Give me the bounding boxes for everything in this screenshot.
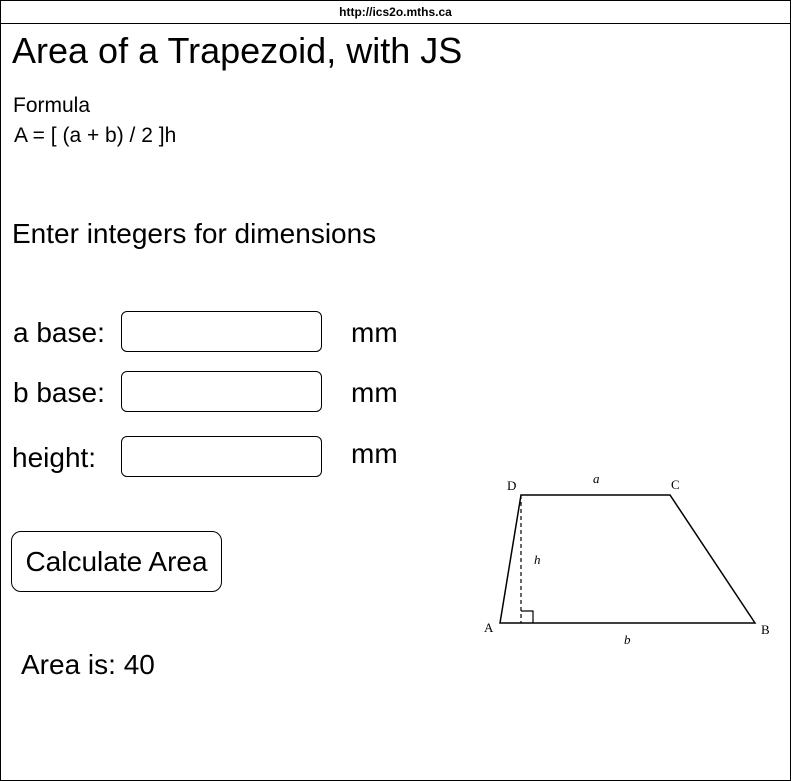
formula-label: Formula xyxy=(13,94,91,117)
vertex-a-label: A xyxy=(484,620,494,635)
right-angle-marker xyxy=(521,610,534,623)
a-base-unit: mm xyxy=(351,317,398,348)
vertex-b-label: B xyxy=(761,622,770,637)
height-unit: mm xyxy=(351,438,398,469)
vertex-c-label: C xyxy=(671,477,680,492)
b-base-unit: mm xyxy=(351,377,398,408)
page-title: Area of a Trapezoid, with JS xyxy=(12,30,463,71)
height-h-label: h xyxy=(534,552,541,567)
a-base-label: a base: xyxy=(13,317,105,348)
vertex-d-label: D xyxy=(507,478,516,493)
url-bar: http://ics2o.mths.ca xyxy=(1,1,790,24)
height-label: height: xyxy=(12,442,97,473)
a-base-input[interactable] xyxy=(121,311,322,352)
height-input[interactable] xyxy=(121,436,322,477)
formula-text: A = [ (a + b) / 2 ]h xyxy=(14,124,177,147)
side-a-label: a xyxy=(593,471,600,486)
b-base-input[interactable] xyxy=(121,371,322,412)
calculate-area-button[interactable]: Calculate Area xyxy=(11,531,222,592)
area-result: Area is: 40 xyxy=(21,649,155,680)
app-window: http://ics2o.mths.ca Area of a Trapezoid… xyxy=(0,0,791,781)
trapezoid-diagram: D C A B a b h xyxy=(484,471,770,647)
instructions-text: Enter integers for dimensions xyxy=(12,218,377,249)
side-b-label: b xyxy=(624,632,631,647)
b-base-label: b base: xyxy=(13,377,105,408)
